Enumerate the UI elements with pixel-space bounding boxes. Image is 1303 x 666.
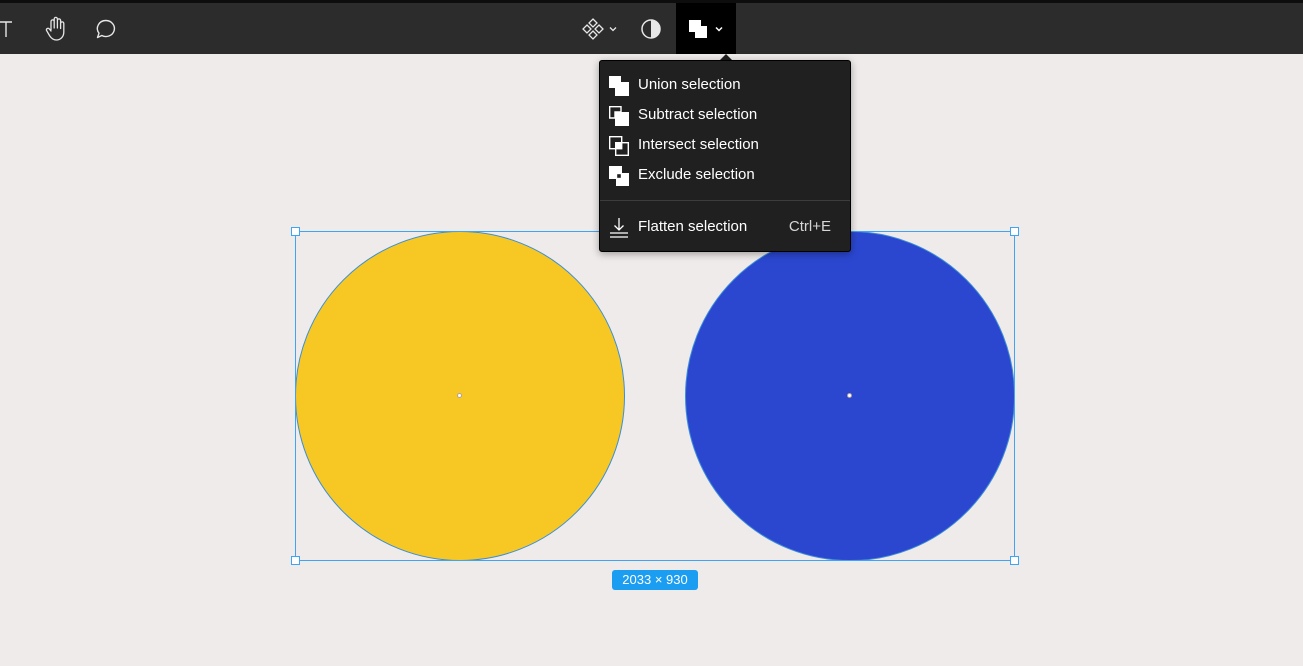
menu-item-intersect[interactable]: Intersect selection: [600, 130, 850, 160]
mask-tool-button[interactable]: [636, 3, 666, 54]
resize-handle-top-right[interactable]: [1010, 227, 1019, 236]
toolbar: [0, 3, 1303, 61]
boolean-operations-menu: Union selection Subtract selection Inter…: [599, 60, 851, 252]
chevron-down-icon: [715, 26, 723, 32]
yellow-circle-center-point: [457, 393, 462, 398]
components-icon: [582, 17, 604, 40]
contrast-icon: [641, 18, 661, 39]
text-tool-button[interactable]: [0, 3, 16, 54]
flatten-icon: [610, 218, 628, 238]
exclude-icon: [609, 166, 629, 186]
menu-item-union[interactable]: Union selection: [600, 70, 850, 100]
boolean-tool-button[interactable]: [676, 3, 736, 61]
resize-handle-top-left[interactable]: [291, 227, 300, 236]
resize-handle-bottom-right[interactable]: [1010, 556, 1019, 565]
menu-item-label: Subtract selection: [638, 106, 758, 123]
menu-item-label: Flatten selection: [638, 218, 748, 235]
menu-item-subtract[interactable]: Subtract selection: [600, 100, 850, 130]
menu-item-label: Exclude selection: [638, 166, 755, 183]
keyboard-shortcut: Ctrl+E: [788, 218, 831, 235]
blue-circle-center-point: [847, 393, 852, 398]
intersect-icon: [609, 136, 630, 157]
menu-item-label: Union selection: [638, 76, 741, 93]
components-tool-button[interactable]: [576, 3, 624, 54]
subtract-icon: [609, 106, 629, 126]
resize-handle-bottom-left[interactable]: [291, 556, 300, 565]
hand-tool-button[interactable]: [40, 3, 72, 54]
comment-icon: [96, 19, 116, 38]
menu-item-exclude[interactable]: Exclude selection: [600, 160, 850, 190]
boolean-union-icon: [689, 19, 707, 38]
text-icon: [0, 20, 12, 37]
selection-size-badge: 2033 × 930: [612, 570, 698, 590]
chevron-down-icon: [609, 26, 617, 31]
menu-item-flatten[interactable]: Flatten selection Ctrl+E: [600, 212, 850, 242]
menu-item-label: Intersect selection: [638, 136, 759, 153]
menu-divider: [600, 200, 850, 201]
comment-tool-button[interactable]: [90, 3, 122, 54]
hand-icon: [45, 16, 65, 41]
union-icon: [609, 76, 629, 96]
